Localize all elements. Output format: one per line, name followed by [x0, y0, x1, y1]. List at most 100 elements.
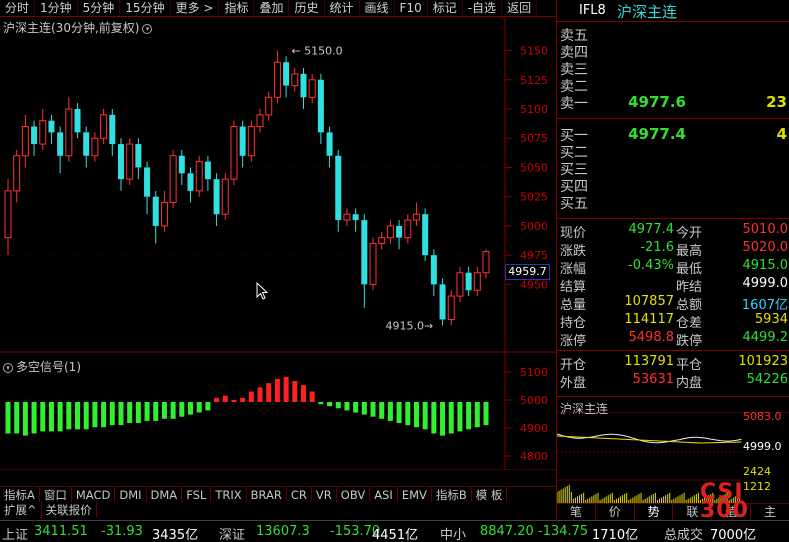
stat-label: 外盘: [560, 376, 587, 391]
signal-bar: [109, 402, 115, 426]
extension-tabs: 扩展^ 关联报价: [0, 502, 556, 518]
mini-chart[interactable]: 5083.04999.024241212: [557, 412, 789, 503]
signal-bar: [153, 402, 159, 421]
extension-tab-0[interactable]: 扩展^: [0, 502, 42, 518]
candle: [412, 202, 420, 226]
chevron-down-icon[interactable]: ▾: [3, 362, 13, 373]
stat-value: 5934: [754, 312, 788, 327]
candle: [265, 91, 273, 121]
indicator-title[interactable]: ▾ 多空信号(1): [3, 358, 81, 375]
indicator-tab-6[interactable]: TRIX: [211, 487, 247, 502]
candle: [83, 126, 90, 168]
indicator-tab-5[interactable]: FSL: [182, 487, 212, 502]
mini-tab-1[interactable]: 价: [596, 504, 635, 520]
toolbar-item-10[interactable]: F10: [395, 0, 428, 16]
signal-bar: [31, 402, 37, 434]
candle: [74, 103, 81, 139]
toolbar-item-5[interactable]: 指标: [219, 0, 255, 16]
chart-area[interactable]: 5150 5125 5100 5075 5050 5025 5000 4975 4950 ← 51…: [0, 17, 556, 470]
stat-value: 1607亿: [741, 298, 788, 313]
extension-tab-1[interactable]: 关联报价: [42, 502, 97, 518]
price-tick: 5150: [520, 45, 548, 58]
candle: [13, 149, 21, 203]
signal-bar: [248, 391, 254, 402]
stat-row-2: 涨幅 -0.43% 最低 4915.0: [560, 258, 789, 277]
toolbar-item-11[interactable]: 标记: [428, 0, 463, 16]
bids-row-2: 买三: [560, 159, 789, 178]
high-label: ← 5150.0: [291, 45, 342, 58]
chevron-down-icon[interactable]: ▾: [142, 23, 153, 34]
signal-bar: [318, 402, 324, 405]
toolbar-item-3[interactable]: 15分钟: [120, 0, 171, 16]
indicator-tab-14[interactable]: 模 板: [472, 487, 508, 502]
signal-bar: [361, 402, 367, 415]
candle: [465, 266, 472, 297]
indicator-tick: 5000: [520, 394, 548, 407]
mini-tab-0[interactable]: 笔: [557, 504, 596, 520]
signal-bar: [413, 402, 419, 428]
candle: [117, 138, 124, 191]
indicator-tab-2[interactable]: MACD: [72, 487, 116, 502]
mini-tab-5[interactable]: 主: [751, 504, 789, 520]
zx-value: 8847.20: [480, 524, 534, 539]
stat-label: 涨跌: [560, 244, 587, 259]
toolbar-item-9[interactable]: 画线: [360, 0, 395, 16]
indicator-tab-10[interactable]: OBV: [337, 487, 371, 502]
asks-label: 卖一: [560, 96, 588, 112]
candle: [135, 138, 142, 180]
signal-bar: [5, 402, 11, 434]
toolbar-item-2[interactable]: 5分钟: [78, 0, 121, 16]
signal-bar: [83, 402, 89, 430]
signal-bar: [14, 402, 20, 434]
toolbar-item-1[interactable]: 1分钟: [35, 0, 78, 16]
indicator-tab-1[interactable]: 窗口: [40, 487, 72, 502]
price-tick: 5025: [520, 191, 548, 204]
asks-volume: 23: [766, 93, 787, 111]
indicator-tab-7[interactable]: BRAR: [247, 487, 287, 502]
mini-tick: 5083.0: [743, 412, 782, 423]
toolbar-item-8[interactable]: 统计: [325, 0, 360, 16]
indicator-tab-4[interactable]: DMA: [147, 487, 183, 502]
indicator-tab-3[interactable]: DMI: [115, 487, 147, 502]
candle: [91, 132, 99, 162]
bids-row-3: 买四: [560, 176, 789, 195]
indicator-tab-11[interactable]: ASI: [370, 487, 398, 502]
low-label: 4915.0→: [386, 319, 434, 332]
signal-bar: [448, 402, 454, 434]
signal-bar: [135, 402, 141, 423]
candle: [204, 155, 211, 191]
toolbar-item-0[interactable]: 分时: [0, 0, 36, 16]
indicator-tab-0[interactable]: 指标A: [0, 487, 40, 502]
signal-bar: [283, 376, 289, 402]
toolbar-item-4[interactable]: 更多 >: [171, 0, 220, 16]
asks-row-4: 卖一 4977.6 23: [560, 93, 789, 112]
indicator-tab-9[interactable]: VR: [312, 487, 337, 502]
asks-row-0: 卖五: [560, 25, 789, 44]
toolbar-item-7[interactable]: 历史: [289, 0, 325, 16]
sh-amount: 3435亿: [152, 528, 199, 542]
stat-row-3: 结算 昨结 4999.0: [560, 276, 788, 295]
stat-label: 仓差: [676, 316, 703, 331]
candle: [422, 208, 429, 261]
candle: [456, 266, 464, 302]
signal-bar: [179, 402, 185, 417]
toolbar-item-6[interactable]: 叠加: [254, 0, 290, 16]
toolbar-item-13[interactable]: 返回: [502, 0, 538, 16]
stat-label: 总额: [676, 298, 703, 313]
indicator-tab-8[interactable]: CR: [287, 487, 312, 502]
mini-price-line: [557, 433, 742, 444]
signal-bar: [92, 402, 98, 428]
stat-value: -21.6: [640, 240, 674, 255]
stat-value: 4915.0: [742, 258, 789, 273]
indicator-tab-12[interactable]: EMV: [398, 487, 432, 502]
candle: [21, 114, 29, 168]
mini-tab-2[interactable]: 势: [635, 504, 674, 520]
signal-bar: [422, 402, 428, 430]
toolbar-item-12[interactable]: -自选: [463, 0, 503, 16]
candle: [273, 50, 281, 104]
signal-bar: [387, 402, 393, 421]
candle: [308, 73, 316, 104]
total-value: 7000亿: [710, 528, 757, 542]
signal-bar: [274, 378, 280, 402]
indicator-tab-13[interactable]: 指标B: [432, 487, 472, 502]
